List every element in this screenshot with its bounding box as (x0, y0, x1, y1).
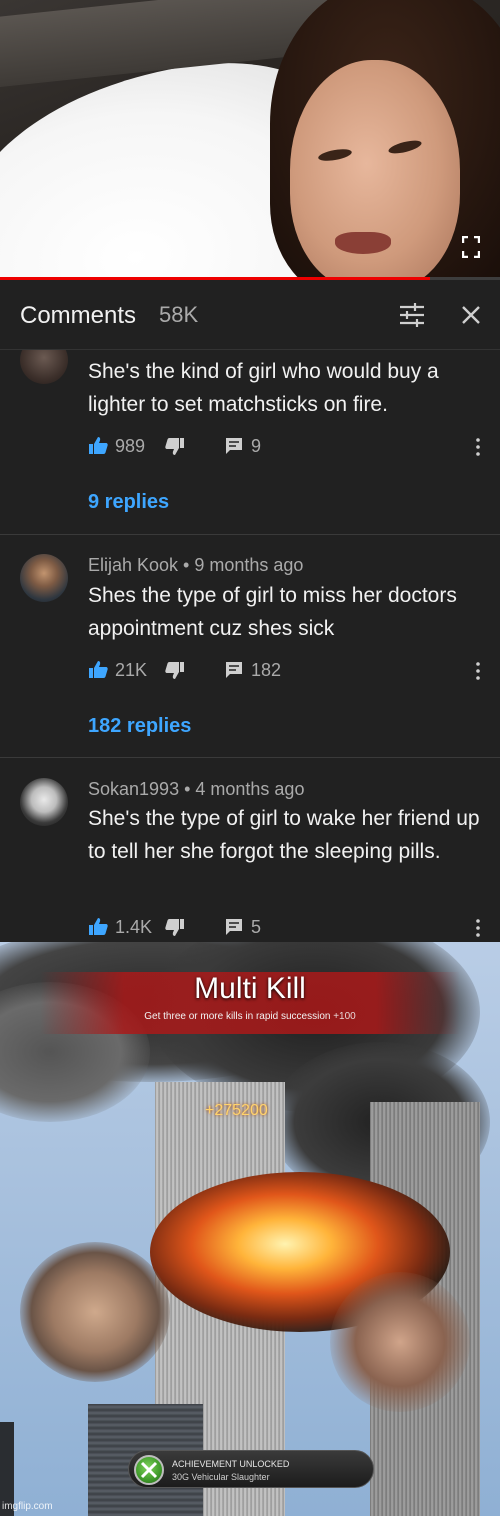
comment-thread: She's the kind of girl who would buy a l… (0, 336, 500, 534)
more-options-icon[interactable] (475, 918, 481, 938)
reply-count: 182 (251, 660, 282, 680)
comment-actions: 21K 182 (88, 658, 488, 682)
comment-text: She's the kind of girl who would buy a l… (88, 360, 439, 416)
comment-text: She's the type of girl to wake her frien… (88, 807, 480, 863)
dislike-icon[interactable] (165, 919, 185, 942)
avatar[interactable] (20, 778, 68, 826)
comment-text: Shes the type of girl to miss her doctor… (88, 584, 457, 640)
close-icon[interactable] (460, 304, 482, 326)
video-player[interactable] (0, 0, 500, 280)
explosion-debris (330, 1272, 470, 1412)
achievement-title: ACHIEVEMENT UNLOCKED (172, 1459, 290, 1469)
multi-kill-subtitle-text: Get three or more kills in rapid success… (144, 1011, 331, 1022)
multi-kill-points: +100 (333, 1011, 356, 1022)
reply-count: 5 (251, 917, 262, 937)
achievement-detail: 30G Vehicular Slaughter (172, 1472, 270, 1482)
explosion-debris (20, 1242, 170, 1382)
comments-count: 58K (159, 302, 199, 327)
avatar[interactable] (20, 554, 68, 602)
more-options-icon[interactable] (475, 661, 481, 681)
comment-author-meta: Sokan1993 • 4 months ago (88, 779, 305, 799)
score-popup: +275200 (205, 1102, 268, 1119)
like-count: 989 (115, 436, 146, 456)
page: Comments 58K She's the kind of girl who … (0, 0, 500, 1516)
dislike-icon[interactable] (165, 438, 185, 461)
xbox-icon (134, 1455, 164, 1485)
like-icon[interactable] (88, 660, 108, 683)
multi-kill-subtitle: Get three or more kills in rapid success… (0, 1011, 500, 1022)
dislike-icon[interactable] (165, 662, 185, 685)
like-icon[interactable] (88, 436, 108, 459)
imgflip-watermark: imgflip.com (2, 1501, 53, 1512)
reply-icon[interactable] (225, 437, 243, 460)
achievement-toast: ACHIEVEMENT UNLOCKED 30G Vehicular Slaug… (128, 1450, 374, 1488)
comment-actions: 1.4K 5 (88, 915, 488, 939)
comment-thread: Sokan1993 • 4 months ago She's the type … (0, 758, 500, 942)
person-mouth (335, 232, 391, 254)
comment-actions: 989 9 (88, 434, 488, 458)
view-replies-link[interactable]: 9 replies (88, 491, 169, 514)
reply-count: 9 (251, 436, 262, 456)
reply-icon[interactable] (225, 918, 243, 941)
comment-thread: Elijah Kook • 9 months ago Shes the type… (0, 535, 500, 757)
like-count: 1.4K (115, 917, 153, 937)
view-replies-link[interactable]: 182 replies (88, 715, 191, 738)
like-icon[interactable] (88, 917, 108, 940)
like-count: 21K (115, 660, 148, 680)
comment-author-meta: Elijah Kook • 9 months ago (88, 555, 304, 575)
filter-icon[interactable] (398, 302, 426, 328)
multi-kill-title: Multi Kill (194, 972, 306, 1005)
reply-icon[interactable] (225, 661, 243, 684)
comments-title: Comments (20, 302, 137, 329)
fullscreen-icon[interactable] (462, 236, 480, 258)
more-options-icon[interactable] (475, 437, 481, 457)
